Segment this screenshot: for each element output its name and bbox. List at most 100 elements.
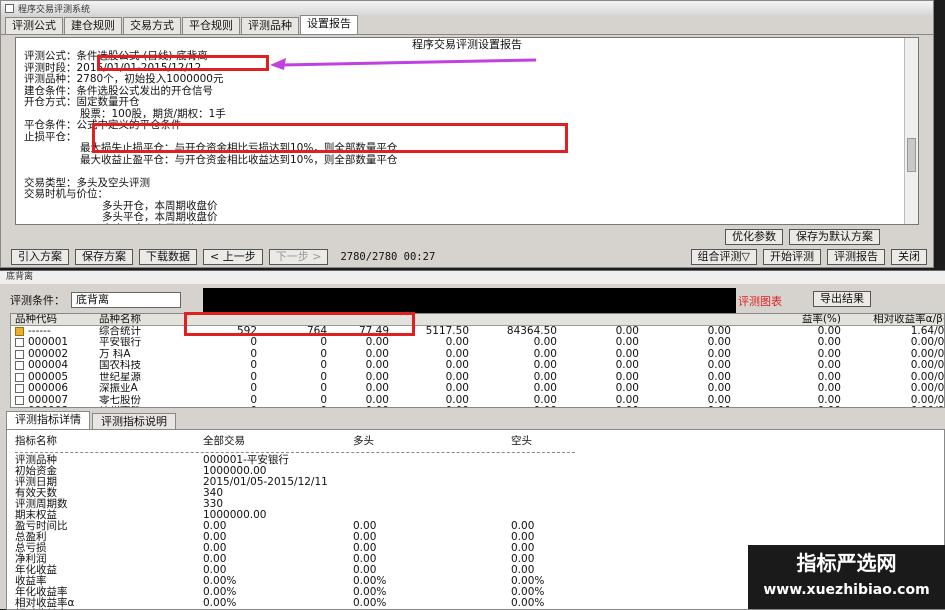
row-checkbox[interactable] [15, 349, 24, 359]
eval-report-button[interactable]: 评测报告 [827, 249, 885, 265]
row-code-cell: 000001 [11, 337, 99, 349]
detail-cell [353, 477, 511, 488]
row-checkbox[interactable] [15, 338, 24, 348]
detail-row: 有效天数 340 [7, 488, 944, 499]
row-name: 神州高铁 [99, 406, 187, 407]
scrollbar-thumb[interactable] [907, 138, 916, 172]
row-value: 0.00 [707, 383, 731, 394]
wizard-toolbar: 引入方案 保存方案 下载数据 < 上一步 下一步 > 2780/2780 00:… [11, 249, 927, 265]
table-row[interactable]: 000007 零七股份 0 0 0.00 0.00 0.00 0.00 0.00 0.00 0.00… [11, 395, 944, 407]
row-value: 0 [250, 371, 257, 383]
detail-row: 初始资金 1000000.00 [7, 466, 944, 477]
row-code: 000006 [28, 383, 69, 394]
detail-row: 评测周期数 330 [7, 499, 944, 510]
tab-2[interactable]: 交易方式 [123, 17, 181, 34]
row-code: 000008 [28, 406, 68, 407]
row-name: 综合统计 [99, 325, 141, 337]
detail-cell: 0.00 [353, 542, 377, 554]
table-row[interactable]: 000001 平安银行 0 0 0.00 0.00 0.00 0.00 0.00 0.00 0.00… [11, 337, 944, 349]
detail-cell [511, 477, 661, 488]
detail-cell [353, 488, 511, 499]
start-eval-button[interactable]: 开始评测 [763, 249, 821, 265]
row-value: 0.00 [707, 360, 731, 371]
report-line: 最大收益止盈平仓：与开仓资金相比收益达到10%，则全部数量平仓 [80, 153, 398, 166]
tab-explanation[interactable]: 评测指标说明 [92, 413, 176, 429]
prev-step-button[interactable]: < 上一步 [203, 249, 263, 265]
row-value: 0.00 [389, 406, 469, 407]
row-value: 0.00 [533, 371, 557, 383]
row-checkbox[interactable] [15, 372, 24, 382]
detail-cell [353, 455, 511, 466]
save-scheme-button[interactable]: 保存方案 [75, 249, 133, 265]
table-row[interactable]: 000002 万 科A 0 0 0.00 0.00 0.00 0.00 0.00 0.00 0.00… [11, 349, 944, 361]
tab-5[interactable]: 设置报告 [300, 15, 358, 34]
combo-eval-button[interactable]: 组合评测▽ [690, 249, 757, 265]
download-data-button[interactable]: 下载数据 [139, 249, 197, 265]
row-value: 0.00 [365, 394, 389, 406]
next-step-button[interactable]: 下一步 > [268, 249, 329, 265]
table-row[interactable]: ------ 综合统计 592 764 77.49 5117.50 84364.50 0.00… [11, 326, 944, 338]
tab-0[interactable]: 评测公式 [5, 17, 63, 34]
save-default-button[interactable]: 保存为默认方案 [789, 229, 880, 245]
highlight-stop-rules [92, 123, 568, 153]
report-line: 多头平仓，本周期收盘价 [102, 211, 218, 223]
row-value: 0 [320, 371, 327, 383]
row-checkbox[interactable] [15, 384, 24, 394]
detail-cell [353, 510, 511, 521]
optimize-params-button[interactable]: 优化参数 [725, 229, 783, 245]
watermark-title: 指标严选网 [796, 551, 897, 575]
close-button[interactable]: 关闭 [891, 249, 927, 265]
row-value: 0.00 [445, 383, 469, 394]
report-scrollbar[interactable] [904, 38, 918, 224]
row-value: 0.00 [817, 360, 841, 371]
row-code-cell: 000006 [11, 383, 99, 395]
row-value: 0 [320, 337, 327, 348]
row-value: 0 [257, 406, 327, 407]
row-checkbox[interactable] [15, 407, 24, 408]
row-checkbox[interactable] [15, 395, 24, 405]
table-row[interactable]: 000004 国农科技 0 0 0.00 0.00 0.00 0.00 0.00 0.00 0.00… [11, 360, 944, 372]
table-row[interactable]: 000008神州高铁000.000.000.000.000.000.000.00… [11, 406, 944, 408]
detail-cell [511, 466, 661, 477]
row-code-cell: 000004 [11, 360, 99, 372]
row-value: 0.00 [365, 383, 389, 394]
row-code: 000007 [28, 394, 69, 406]
report-line: 建仓条件：条件选股公式发出的开仓信号 [24, 84, 213, 97]
report-line: 交易时机与价位： [24, 188, 108, 200]
tab-1[interactable]: 建仓规则 [64, 17, 122, 34]
settings-tabs: 评测公式 建仓规则 交易方式 平仓规则 评测品种 设置报告 [1, 15, 933, 35]
highlight-date-range [97, 55, 269, 71]
row-value: 0.00 [817, 325, 841, 337]
window-title-bar: 程序交易评测系统 [1, 1, 933, 15]
tab-3[interactable]: 平仓规则 [182, 17, 240, 34]
condition-select[interactable]: 底背离 [71, 292, 181, 308]
chart-tab-label[interactable]: 评测图表 [738, 293, 782, 309]
tab-4[interactable]: 评测品种 [241, 17, 299, 34]
row-code-cell: 000002 [11, 349, 99, 361]
row-name: 零七股份 [99, 394, 141, 406]
detail-col-long: 多头 [353, 435, 374, 447]
import-scheme-button[interactable]: 引入方案 [11, 249, 69, 265]
row-checkbox[interactable] [15, 361, 24, 371]
table-row[interactable]: 000006 深振业A 0 0 0.00 0.00 0.00 0.00 0.00 0.00 0.00… [11, 383, 944, 395]
export-results-button[interactable]: 导出结果 [813, 291, 871, 307]
row-value: 0 [250, 360, 257, 371]
row-value: 0.00 [639, 406, 731, 407]
row-value: 0.00 [615, 394, 639, 406]
row-value: 1.64/0.92 [910, 325, 945, 337]
app-icon [5, 3, 14, 13]
row-value: 0.00 [445, 337, 469, 348]
report-line [24, 166, 918, 178]
table-row[interactable]: 000005 世纪星源 0 0 0.00 0.00 0.00 0.00 0.00 0.00 0.00… [11, 372, 944, 384]
row-value: 0.00 [533, 360, 557, 371]
table-header-cell: 相对收益率α/β(%) [873, 314, 944, 325]
row-value: 0 [250, 337, 257, 348]
condition-label: 评测条件： [10, 294, 65, 307]
row-value: 0.00 [731, 406, 841, 407]
tab-detail[interactable]: 评测指标详情 [6, 411, 90, 429]
detail-col-all: 全部交易 [203, 435, 245, 447]
row-value: 0.00 [615, 383, 639, 394]
table-header-cell [557, 314, 639, 325]
row-code: 000002 [28, 348, 69, 360]
row-value: 0.00 [445, 371, 469, 383]
